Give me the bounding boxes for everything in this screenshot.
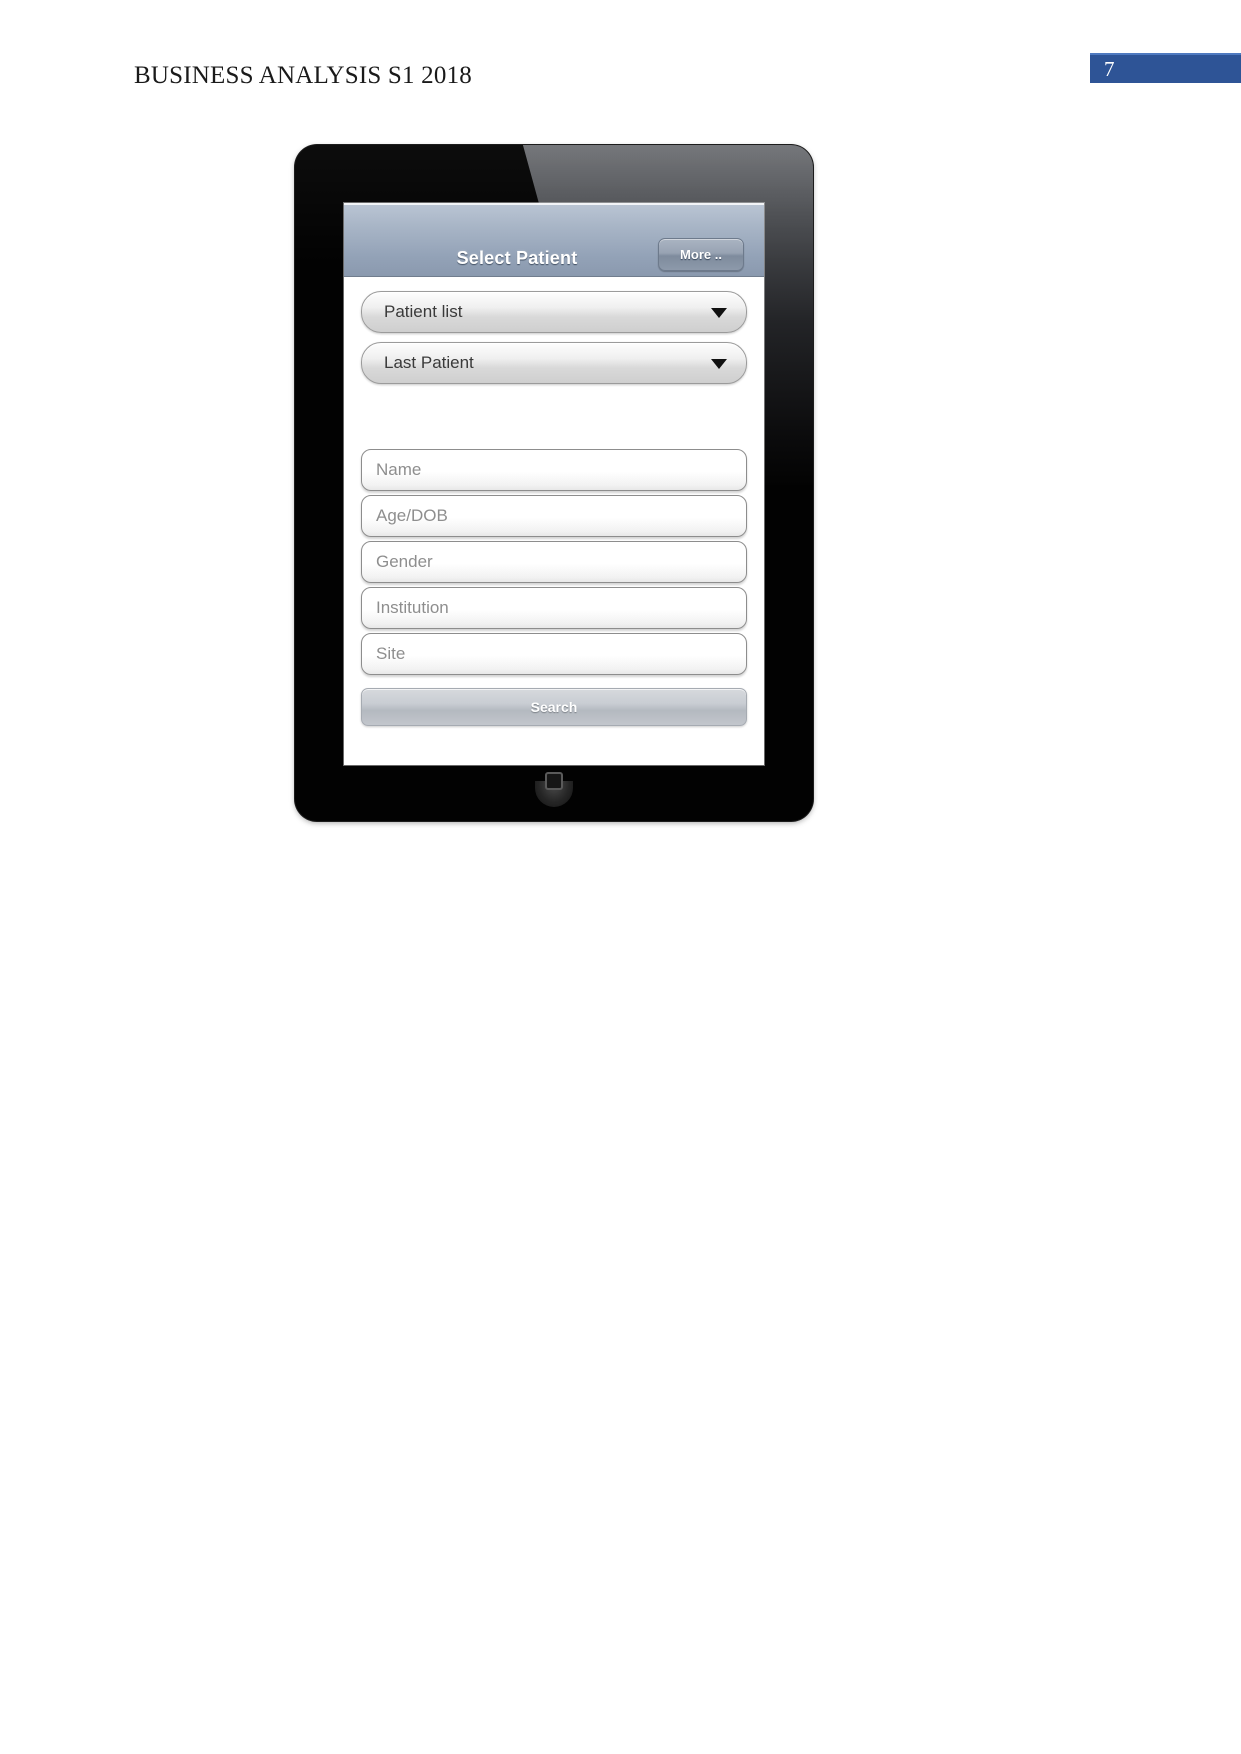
- tablet-device-frame: Select Patient More .. Patient list Last…: [295, 145, 813, 821]
- app-titlebar: Select Patient More ..: [344, 203, 764, 277]
- page-number-badge: 7: [1090, 53, 1241, 83]
- select-patient-form: Patient list Last Patient Name Age/DOB G…: [344, 277, 764, 765]
- home-square-icon: [545, 772, 563, 790]
- site-field-placeholder: Site: [376, 644, 406, 663]
- age-dob-field[interactable]: Age/DOB: [361, 495, 747, 537]
- page-number-text: 7: [1104, 57, 1115, 81]
- name-field[interactable]: Name: [361, 449, 747, 491]
- chevron-down-icon: [711, 308, 727, 318]
- gender-field[interactable]: Gender: [361, 541, 747, 583]
- form-spacer: [361, 393, 747, 449]
- institution-field-placeholder: Institution: [376, 598, 449, 617]
- dropdown-patient-list-value: Patient list: [384, 302, 463, 321]
- gender-field-placeholder: Gender: [376, 552, 433, 571]
- tablet-screen: Select Patient More .. Patient list Last…: [344, 203, 764, 765]
- name-field-placeholder: Name: [376, 460, 422, 479]
- search-button[interactable]: Search: [361, 688, 747, 726]
- home-button[interactable]: [535, 772, 573, 807]
- dropdown-last-patient-value: Last Patient: [384, 353, 474, 372]
- site-field[interactable]: Site: [361, 633, 747, 675]
- chevron-down-icon: [711, 359, 727, 369]
- page-title: BUSINESS ANALYSIS S1 2018: [134, 62, 472, 89]
- age-dob-field-placeholder: Age/DOB: [376, 506, 448, 525]
- more-button[interactable]: More ..: [658, 238, 744, 271]
- document-header: BUSINESS ANALYSIS S1 2018 7: [0, 0, 1241, 120]
- dropdown-last-patient[interactable]: Last Patient: [361, 342, 747, 384]
- institution-field[interactable]: Institution: [361, 587, 747, 629]
- dropdown-patient-list[interactable]: Patient list: [361, 291, 747, 333]
